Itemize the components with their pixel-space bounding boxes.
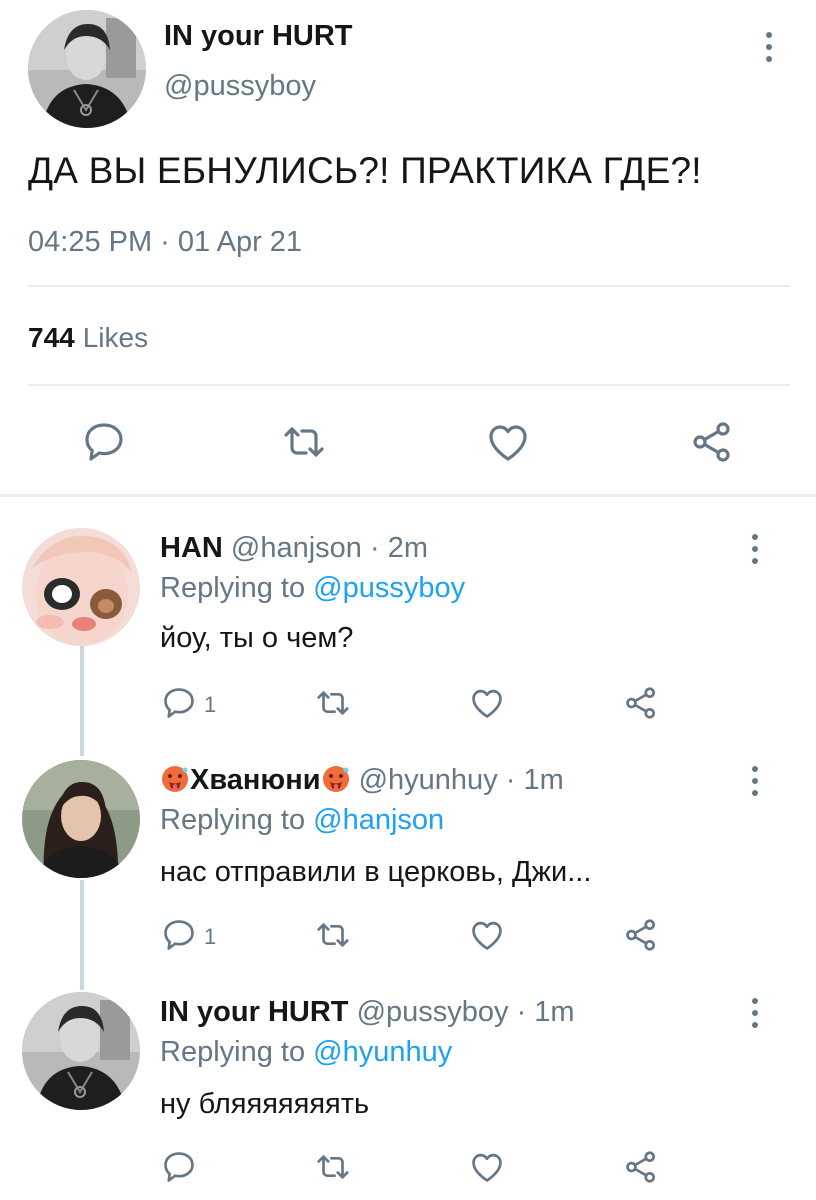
replying-to-mention[interactable]: @hyunhuy	[313, 1036, 452, 1068]
more-options-icon[interactable]	[764, 32, 774, 62]
divider	[28, 285, 790, 287]
like-icon[interactable]	[468, 1148, 506, 1186]
replying-to-label: Replying to	[160, 1036, 306, 1068]
likes-stat[interactable]: 744 Likes	[28, 322, 148, 354]
replying-to: Replying to @hyunhuy	[160, 1036, 452, 1069]
replying-to: Replying to @pussyboy	[160, 572, 465, 605]
author-handle[interactable]: @pussyboy	[164, 70, 316, 103]
like-icon[interactable]	[468, 916, 506, 954]
reply-time: · 1m	[516, 996, 575, 1028]
replying-to-mention[interactable]: @pussyboy	[313, 572, 465, 604]
reply-icon[interactable]	[160, 684, 198, 722]
reply-icon[interactable]	[160, 1148, 198, 1186]
reply-author-name[interactable]: IN your HURT	[160, 996, 349, 1028]
retweet-icon[interactable]	[314, 684, 352, 722]
more-options-icon[interactable]	[750, 534, 760, 564]
more-options-icon[interactable]	[750, 766, 760, 796]
thread-line	[80, 880, 84, 990]
reply-count: 1	[204, 692, 217, 717]
thread-line	[80, 646, 84, 756]
likes-count: 744	[28, 322, 75, 353]
reply-author-handle[interactable]: @pussyboy	[357, 996, 509, 1028]
author-avatar[interactable]	[28, 10, 146, 128]
share-icon[interactable]	[622, 916, 660, 954]
likes-label: Likes	[82, 322, 149, 353]
reply-avatar[interactable]	[22, 992, 140, 1110]
tweet-timestamp[interactable]: 04:25 PM · 01 Apr 21	[28, 226, 302, 259]
like-icon[interactable]	[468, 684, 506, 722]
retweet-icon[interactable]	[280, 418, 328, 466]
replying-to-label: Replying to	[160, 804, 306, 836]
hot-face-emoji-icon	[162, 766, 188, 792]
reply-icon[interactable]	[160, 916, 198, 954]
section-divider	[0, 494, 816, 497]
replying-to: Replying to @hanjson	[160, 804, 444, 837]
share-icon[interactable]	[622, 684, 660, 722]
divider	[28, 384, 790, 386]
reply-header: HAN @hanjson · 2m	[160, 532, 428, 565]
reply-text: йоу, ты о чем?	[160, 622, 354, 654]
reply-time: · 2m	[370, 532, 428, 564]
reply-time: · 1m	[505, 764, 564, 796]
more-options-icon[interactable]	[750, 998, 760, 1028]
share-icon[interactable]	[622, 1148, 660, 1186]
reply-header: IN your HURT @pussyboy · 1m	[160, 996, 575, 1029]
reply-count: 1	[204, 924, 217, 949]
reply-text: ну бляяяяяяять	[160, 1088, 370, 1120]
reply-author-name-group[interactable]: Хванюни	[160, 764, 359, 796]
reply-icon[interactable]	[80, 418, 128, 466]
tweet-text: ДА ВЫ ЕБНУЛИСЬ?! ПРАКТИКА ГДЕ?!	[28, 150, 702, 191]
reply-avatar[interactable]	[22, 528, 140, 646]
reply-author-handle[interactable]: @hyunhuy	[359, 764, 498, 796]
replying-to-label: Replying to	[160, 572, 306, 604]
replying-to-mention[interactable]: @hanjson	[313, 804, 444, 836]
hot-face-emoji-icon	[322, 766, 349, 792]
retweet-icon[interactable]	[314, 1148, 352, 1186]
reply-avatar[interactable]	[22, 760, 140, 878]
reply-author-handle[interactable]: @hanjson	[231, 532, 362, 564]
reply-header: Хванюни @hyunhuy · 1m	[160, 764, 564, 797]
reply-author-name[interactable]: HAN	[160, 532, 223, 564]
reply-author-name: Хванюни	[190, 764, 321, 796]
retweet-icon[interactable]	[314, 916, 352, 954]
author-name[interactable]: IN your HURT	[164, 20, 353, 53]
reply-text: нас отправили в церковь, Джи...	[160, 856, 592, 888]
share-icon[interactable]	[688, 418, 736, 466]
like-icon[interactable]	[484, 418, 532, 466]
